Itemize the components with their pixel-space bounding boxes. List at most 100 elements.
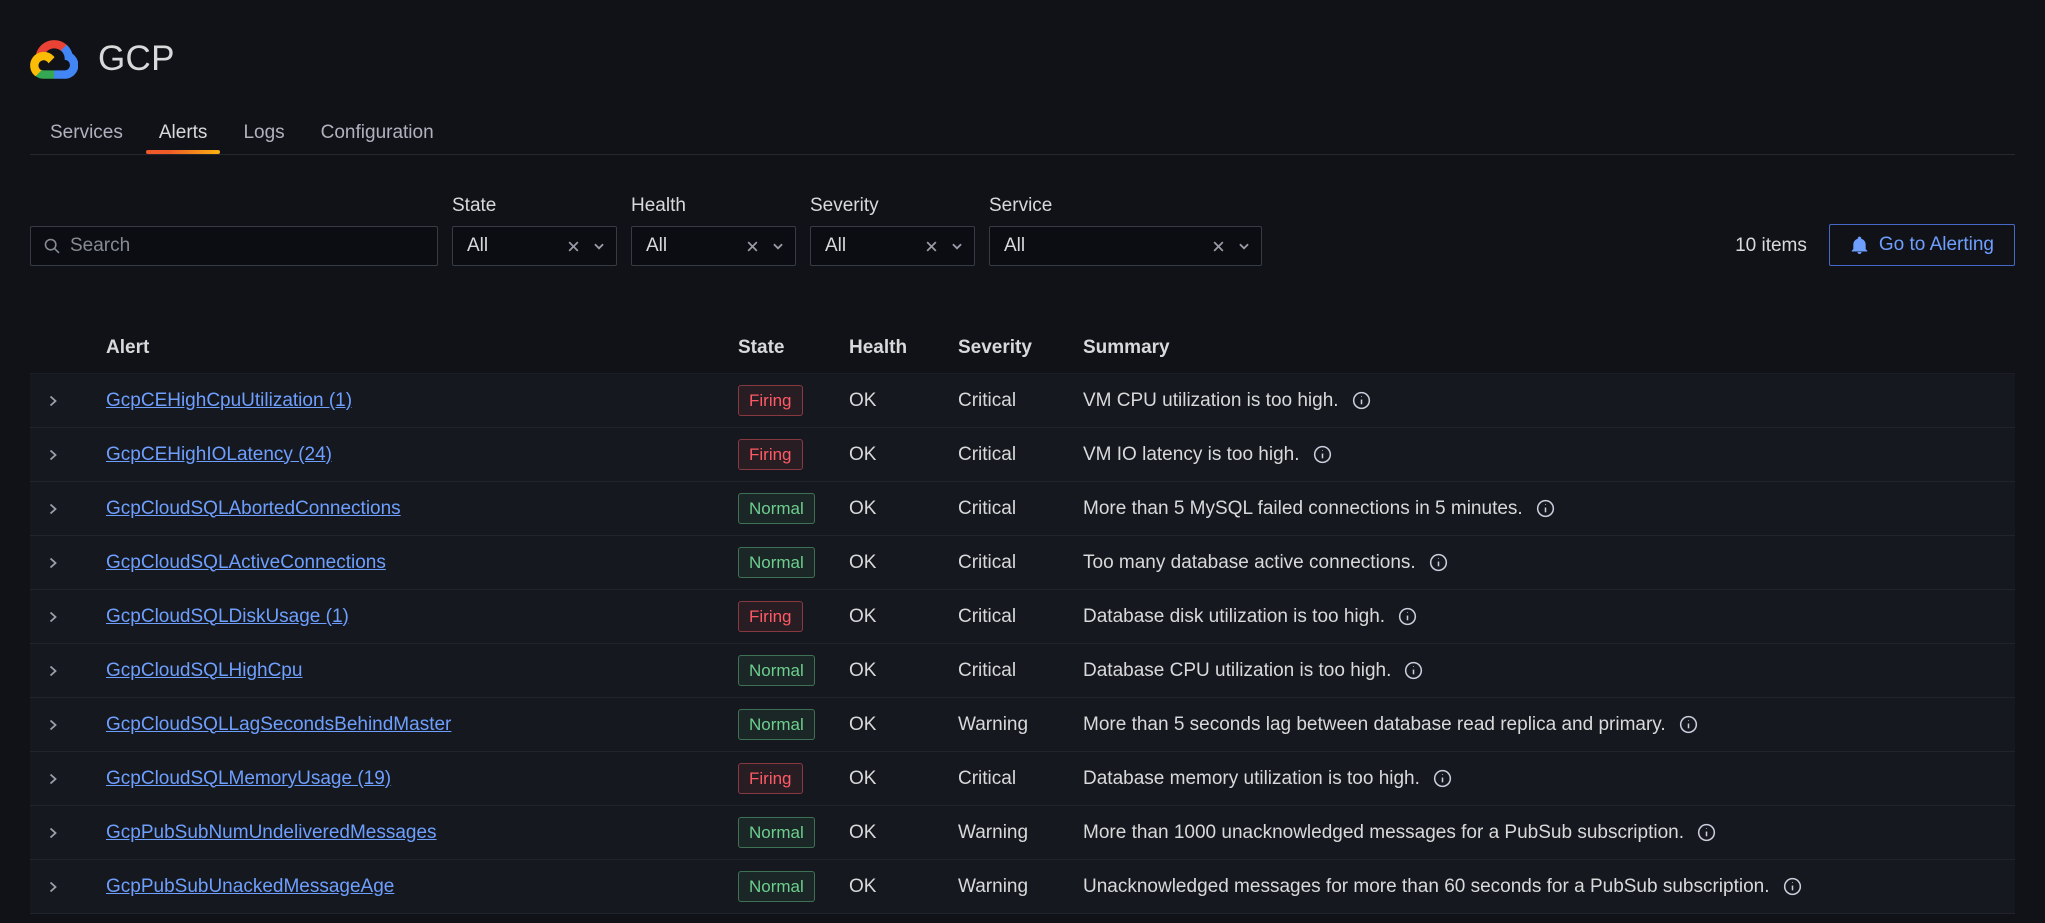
- health-cell: OK: [849, 660, 958, 682]
- row-expander[interactable]: [30, 447, 106, 463]
- alert-link[interactable]: GcpCEHighIOLatency (24): [106, 444, 332, 465]
- health-cell: OK: [849, 606, 958, 628]
- service-dropdown[interactable]: All: [989, 226, 1262, 266]
- summary-text: More than 5 MySQL failed connections in …: [1083, 498, 1523, 520]
- severity-cell: Critical: [958, 606, 1083, 628]
- clear-icon[interactable]: [925, 240, 938, 253]
- info-icon[interactable]: [1697, 823, 1716, 842]
- row-expander[interactable]: [30, 771, 106, 787]
- row-expander[interactable]: [30, 825, 106, 841]
- tab-services[interactable]: Services: [32, 112, 141, 154]
- alert-link[interactable]: GcpCloudSQLLagSecondsBehindMaster: [106, 714, 451, 735]
- column-header-state: State: [738, 337, 849, 359]
- severity-cell: Warning: [958, 714, 1083, 736]
- tab-alerts[interactable]: Alerts: [141, 112, 226, 154]
- severity-dropdown-value: All: [825, 235, 925, 257]
- state-badge: Firing: [738, 763, 803, 794]
- chevron-right-icon[interactable]: [45, 555, 61, 571]
- chevron-down-icon[interactable]: [1237, 239, 1251, 253]
- health-dropdown[interactable]: All: [631, 226, 796, 266]
- row-expander[interactable]: [30, 663, 106, 679]
- info-icon[interactable]: [1433, 769, 1452, 788]
- info-icon[interactable]: [1404, 661, 1423, 680]
- row-expander[interactable]: [30, 555, 106, 571]
- table-row: GcpCloudSQLMemoryUsage (19) Firing OK Cr…: [30, 752, 2015, 806]
- summary-text: Database memory utilization is too high.: [1083, 768, 1420, 790]
- filter-label-health: Health: [631, 195, 796, 217]
- summary-text: VM CPU utilization is too high.: [1083, 390, 1339, 412]
- summary-text: Too many database active connections.: [1083, 552, 1416, 574]
- table-row: GcpPubSubUnackedMessageAge Normal OK War…: [30, 860, 2015, 914]
- info-icon[interactable]: [1398, 607, 1417, 626]
- alert-link[interactable]: GcpCloudSQLAbortedConnections: [106, 498, 401, 519]
- alert-link[interactable]: GcpCEHighCpuUtilization (1): [106, 390, 352, 411]
- state-badge: Normal: [738, 493, 815, 524]
- chevron-right-icon[interactable]: [45, 663, 61, 679]
- filter-label-state: State: [452, 195, 617, 217]
- row-expander[interactable]: [30, 393, 106, 409]
- info-icon[interactable]: [1536, 499, 1555, 518]
- chevron-right-icon[interactable]: [45, 393, 61, 409]
- row-expander[interactable]: [30, 717, 106, 733]
- info-icon[interactable]: [1429, 553, 1448, 572]
- table-row: GcpCloudSQLHighCpu Normal OK Critical Da…: [30, 644, 2015, 698]
- items-count: 10 items: [1735, 226, 1807, 266]
- health-cell: OK: [849, 444, 958, 466]
- state-badge: Firing: [738, 385, 803, 416]
- filter-label-service: Service: [989, 195, 1262, 217]
- table-row: GcpCloudSQLLagSecondsBehindMaster Normal…: [30, 698, 2015, 752]
- chevron-right-icon[interactable]: [45, 501, 61, 517]
- clear-icon[interactable]: [1212, 240, 1225, 253]
- row-expander[interactable]: [30, 879, 106, 895]
- chevron-down-icon[interactable]: [950, 239, 964, 253]
- alert-link[interactable]: GcpCloudSQLActiveConnections: [106, 552, 386, 573]
- info-icon[interactable]: [1313, 445, 1332, 464]
- row-expander[interactable]: [30, 501, 106, 517]
- severity-cell: Critical: [958, 768, 1083, 790]
- severity-dropdown[interactable]: All: [810, 226, 975, 266]
- health-cell: OK: [849, 822, 958, 844]
- tab-logs[interactable]: Logs: [225, 112, 302, 154]
- table-row: GcpPubSubNumUndeliveredMessages Normal O…: [30, 806, 2015, 860]
- health-cell: OK: [849, 876, 958, 898]
- summary-text: Unacknowledged messages for more than 60…: [1083, 876, 1770, 898]
- chevron-right-icon[interactable]: [45, 825, 61, 841]
- chevron-right-icon[interactable]: [45, 447, 61, 463]
- table-row: GcpCEHighCpuUtilization (1) Firing OK Cr…: [30, 374, 2015, 428]
- alert-link[interactable]: GcpCloudSQLMemoryUsage (19): [106, 768, 391, 789]
- clear-icon[interactable]: [567, 240, 580, 253]
- tab-configuration[interactable]: Configuration: [303, 112, 452, 154]
- go-to-alerting-label: Go to Alerting: [1879, 234, 1994, 256]
- info-icon[interactable]: [1679, 715, 1698, 734]
- chevron-right-icon[interactable]: [45, 879, 61, 895]
- alert-link[interactable]: GcpPubSubUnackedMessageAge: [106, 876, 394, 897]
- alert-link[interactable]: GcpPubSubNumUndeliveredMessages: [106, 822, 437, 843]
- alert-table-body: GcpCEHighCpuUtilization (1) Firing OK Cr…: [30, 374, 2015, 914]
- page-title: GCP: [98, 39, 175, 79]
- filter-health: Health All: [631, 195, 796, 266]
- chevron-right-icon[interactable]: [45, 771, 61, 787]
- chevron-right-icon[interactable]: [45, 609, 61, 625]
- tab-bar: Services Alerts Logs Configuration: [30, 112, 2015, 155]
- table-row: GcpCloudSQLDiskUsage (1) Firing OK Criti…: [30, 590, 2015, 644]
- state-badge: Normal: [738, 817, 815, 848]
- health-cell: OK: [849, 714, 958, 736]
- go-to-alerting-button[interactable]: Go to Alerting: [1829, 224, 2015, 266]
- alert-link[interactable]: GcpCloudSQLHighCpu: [106, 660, 302, 681]
- info-icon[interactable]: [1783, 877, 1802, 896]
- column-header-health: Health: [849, 337, 958, 359]
- search-input[interactable]: [70, 235, 425, 257]
- alert-link[interactable]: GcpCloudSQLDiskUsage (1): [106, 606, 349, 627]
- filter-state: State All: [452, 195, 617, 266]
- severity-cell: Critical: [958, 660, 1083, 682]
- filter-severity: Severity All: [810, 195, 975, 266]
- state-dropdown[interactable]: All: [452, 226, 617, 266]
- chevron-down-icon[interactable]: [771, 239, 785, 253]
- clear-icon[interactable]: [746, 240, 759, 253]
- state-badge: Normal: [738, 871, 815, 902]
- chevron-down-icon[interactable]: [592, 239, 606, 253]
- info-icon[interactable]: [1352, 391, 1371, 410]
- chevron-right-icon[interactable]: [45, 717, 61, 733]
- severity-cell: Warning: [958, 822, 1083, 844]
- row-expander[interactable]: [30, 609, 106, 625]
